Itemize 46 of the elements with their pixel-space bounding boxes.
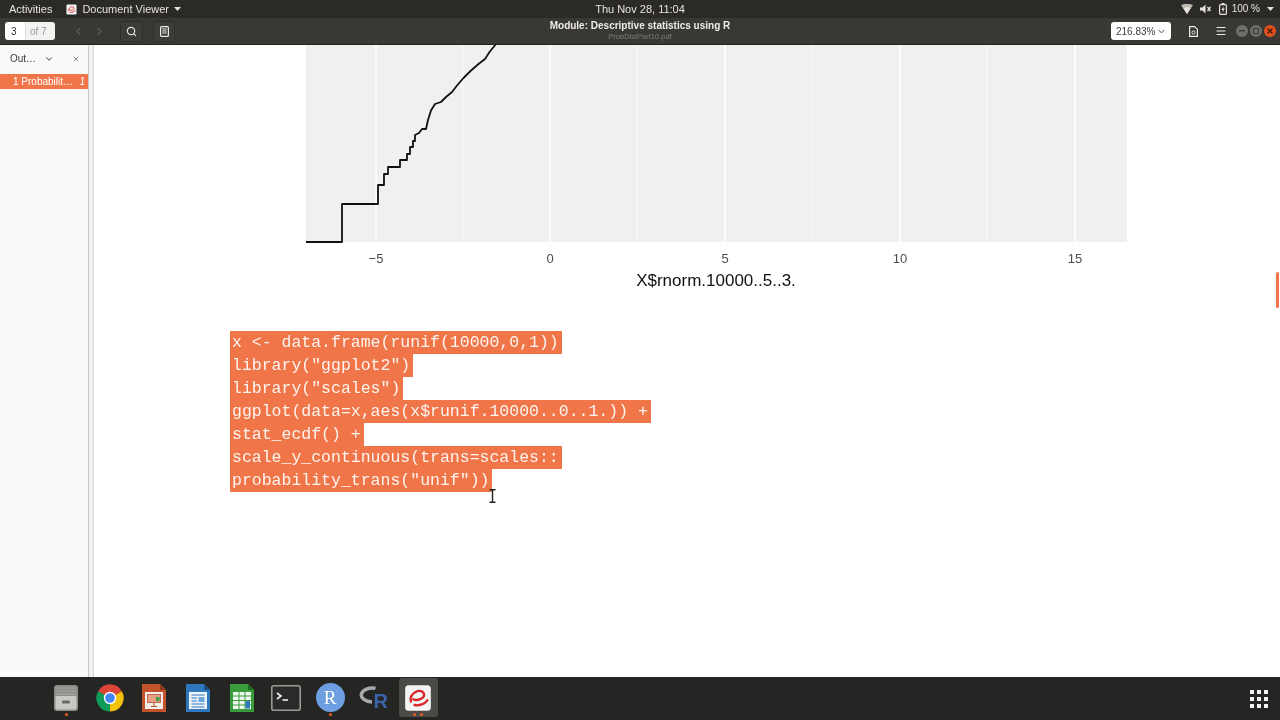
menu-icon: [1215, 25, 1227, 37]
caret-icon: [1267, 7, 1274, 11]
axis-tick-label: 15: [1067, 251, 1083, 266]
system-menu-button[interactable]: 100 %: [1180, 3, 1274, 15]
search-button[interactable]: [120, 20, 143, 42]
page-number-field[interactable]: 3: [5, 22, 26, 40]
close-icon: [1267, 28, 1273, 34]
text-cursor-icon: [489, 489, 496, 503]
sidebar-view-dropdown[interactable]: Out…: [6, 51, 59, 66]
page-count-label: of 7: [26, 22, 55, 40]
minimize-icon: [1239, 30, 1245, 32]
presentation-document-icon: [141, 682, 167, 713]
terminal-icon: [271, 684, 301, 711]
close-icon: [72, 54, 80, 63]
document-title: Module: Descriptive statistics using R: [549, 21, 731, 32]
axis-tick-label: 10: [892, 251, 908, 266]
caret-icon: [174, 7, 182, 11]
app-grid-icon: [1250, 690, 1268, 708]
clock-button[interactable]: Thu Nov 28, 11:04: [595, 3, 685, 15]
axis-tick-label: −5: [368, 251, 384, 266]
app-menu-button[interactable]: Document Viewer: [66, 3, 182, 15]
battery-icon: [1218, 3, 1227, 15]
swoosh-tile-icon: [66, 3, 78, 15]
text-document-icon: [185, 682, 211, 713]
document-icon: [159, 25, 169, 37]
axis-tick-label: 5: [721, 251, 729, 266]
speaker-icon: [1199, 4, 1212, 14]
axis-title: X$rnorm.10000..5..3.: [636, 271, 796, 290]
file-cabinet-icon: [52, 683, 80, 712]
sidebar-toggle-button[interactable]: [153, 20, 175, 42]
scrollbar-thumb[interactable]: [1276, 272, 1279, 308]
dock-launcher[interactable]: [398, 678, 438, 717]
close-button[interactable]: [1264, 25, 1276, 37]
zoom-dropdown[interactable]: 216.83%: [1111, 22, 1171, 40]
show-apps-button[interactable]: [1248, 688, 1270, 710]
maximize-icon: [1253, 28, 1259, 34]
wifi-icon: [1180, 4, 1193, 14]
spreadsheet-icon: [229, 682, 255, 713]
swoosh-tile-icon: [404, 683, 432, 712]
segmented-circle-icon: [95, 682, 125, 713]
search-icon: [126, 25, 137, 37]
page-number: 1: [79, 75, 85, 89]
activities-button[interactable]: Activities: [9, 3, 53, 15]
axis-tick-label: 0: [546, 251, 554, 266]
page-icon: [1188, 25, 1198, 37]
r-ring-logo: R: [359, 684, 389, 711]
